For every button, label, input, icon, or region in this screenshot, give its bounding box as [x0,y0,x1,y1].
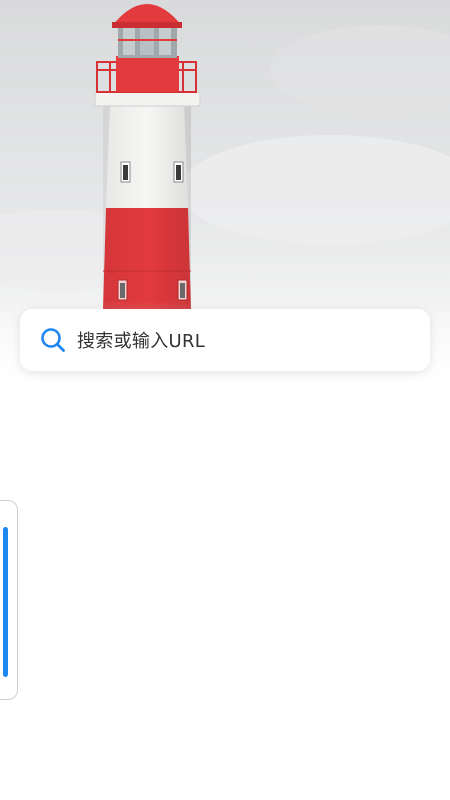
search-input-placeholder[interactable]: 搜索或输入URL [77,327,205,353]
side-handle-indicator [3,527,8,677]
search-icon [40,327,66,353]
search-bar[interactable]: 搜索或输入URL [20,309,430,371]
side-drawer-handle[interactable] [0,500,18,700]
